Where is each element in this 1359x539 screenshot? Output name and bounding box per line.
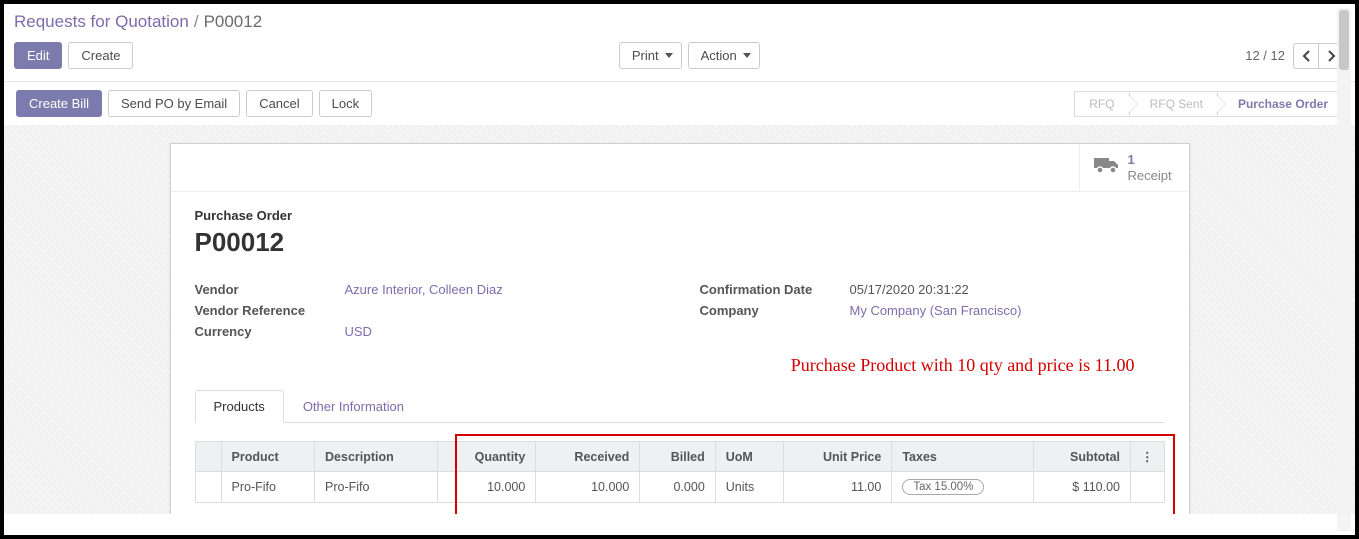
vendor-label: Vendor [195, 282, 345, 297]
cell-subtotal: $ 110.00 [1033, 472, 1130, 503]
form-area: 1 Receipt Purchase Order P00012 Vendor A… [4, 125, 1355, 514]
cell-received: 10.000 [536, 472, 640, 503]
table-row[interactable]: Pro-Fifo Pro-Fifo 10.000 10.000 0.000 Un… [195, 472, 1164, 503]
company-value[interactable]: My Company (San Francisco) [850, 303, 1165, 318]
breadcrumb-current: P00012 [204, 12, 263, 32]
action-dropdown[interactable]: Action [688, 42, 760, 69]
cell-unit-price: 11.00 [783, 472, 892, 503]
status-step-rfq-sent[interactable]: RFQ Sent [1130, 91, 1218, 117]
cancel-button[interactable]: Cancel [246, 90, 312, 117]
currency-label: Currency [195, 324, 345, 339]
table-header-row: Product Description Quantity Received Bi… [195, 442, 1164, 472]
tax-chip: Tax 15.00% [902, 479, 984, 495]
create-bill-button[interactable]: Create Bill [16, 90, 102, 117]
company-label: Company [700, 303, 850, 318]
form-sheet: 1 Receipt Purchase Order P00012 Vendor A… [170, 143, 1190, 514]
annotation-text: Purchase Product with 10 qty and price i… [195, 355, 1135, 376]
col-billed: Billed [640, 442, 715, 472]
stat-button-row: 1 Receipt [171, 144, 1189, 192]
pager-prev-button[interactable] [1293, 43, 1319, 69]
right-field-column: Confirmation Date 05/17/2020 20:31:22 Co… [700, 282, 1165, 345]
scrollbar-thumb[interactable] [1339, 10, 1349, 70]
pager-text: 12 / 12 [1245, 48, 1285, 63]
document-number: P00012 [195, 227, 1165, 258]
edit-button[interactable]: Edit [14, 42, 62, 69]
status-step-rfq[interactable]: RFQ [1074, 91, 1129, 117]
col-description: Description [315, 442, 438, 472]
receipt-label: Receipt [1128, 168, 1172, 184]
col-options-icon[interactable]: ⋮ [1131, 442, 1165, 472]
col-product: Product [221, 442, 315, 472]
confirmation-date-value: 05/17/2020 20:31:22 [850, 282, 1165, 297]
col-uom: UoM [715, 442, 783, 472]
receipt-stat-button[interactable]: 1 Receipt [1079, 144, 1189, 191]
receipt-count: 1 [1128, 152, 1172, 168]
status-step-purchase-order[interactable]: Purchase Order [1218, 91, 1343, 117]
truck-icon [1094, 156, 1120, 180]
col-received: Received [536, 442, 640, 472]
tab-other-information[interactable]: Other Information [284, 390, 423, 423]
col-quantity: Quantity [438, 442, 536, 472]
lock-button[interactable]: Lock [319, 90, 372, 117]
caret-down-icon [743, 53, 751, 58]
confirmation-date-label: Confirmation Date [700, 282, 850, 297]
print-dropdown[interactable]: Print [619, 42, 682, 69]
vendor-reference-label: Vendor Reference [195, 303, 345, 318]
currency-value[interactable]: USD [345, 324, 660, 339]
col-taxes: Taxes [892, 442, 1033, 472]
order-lines-table: Product Description Quantity Received Bi… [195, 441, 1165, 503]
send-po-button[interactable]: Send PO by Email [108, 90, 240, 117]
vendor-value[interactable]: Azure Interior, Colleen Diaz [345, 282, 660, 297]
col-subtotal: Subtotal [1033, 442, 1130, 472]
left-field-column: Vendor Azure Interior, Colleen Diaz Vend… [195, 282, 660, 345]
breadcrumb-parent[interactable]: Requests for Quotation [14, 12, 189, 32]
vertical-scrollbar[interactable] [1337, 8, 1351, 531]
vendor-reference-value [345, 303, 660, 318]
pager-current: 12 [1245, 48, 1259, 63]
breadcrumb-separator: / [194, 12, 199, 32]
cell-quantity: 10.000 [438, 472, 536, 503]
action-label: Action [701, 48, 737, 63]
create-button[interactable]: Create [68, 42, 133, 69]
status-bar: Create Bill Send PO by Email Cancel Lock… [4, 82, 1355, 125]
caret-down-icon [665, 53, 673, 58]
cell-taxes: Tax 15.00% [892, 472, 1033, 503]
tab-products[interactable]: Products [195, 390, 284, 423]
control-panel: Edit Create Print Action 12 / 12 [4, 36, 1355, 81]
document-type-label: Purchase Order [195, 208, 1165, 223]
pager-total: 12 [1271, 48, 1285, 63]
chevron-left-icon [1302, 50, 1311, 62]
breadcrumb: Requests for Quotation / P00012 [4, 4, 1355, 36]
cell-uom: Units [715, 472, 783, 503]
chevron-right-icon [1327, 50, 1336, 62]
col-unit-price: Unit Price [783, 442, 892, 472]
tab-bar: Products Other Information [195, 390, 1165, 423]
cell-product: Pro-Fifo [221, 472, 315, 503]
cell-billed: 0.000 [640, 472, 715, 503]
cell-description: Pro-Fifo [315, 472, 438, 503]
print-label: Print [632, 48, 659, 63]
